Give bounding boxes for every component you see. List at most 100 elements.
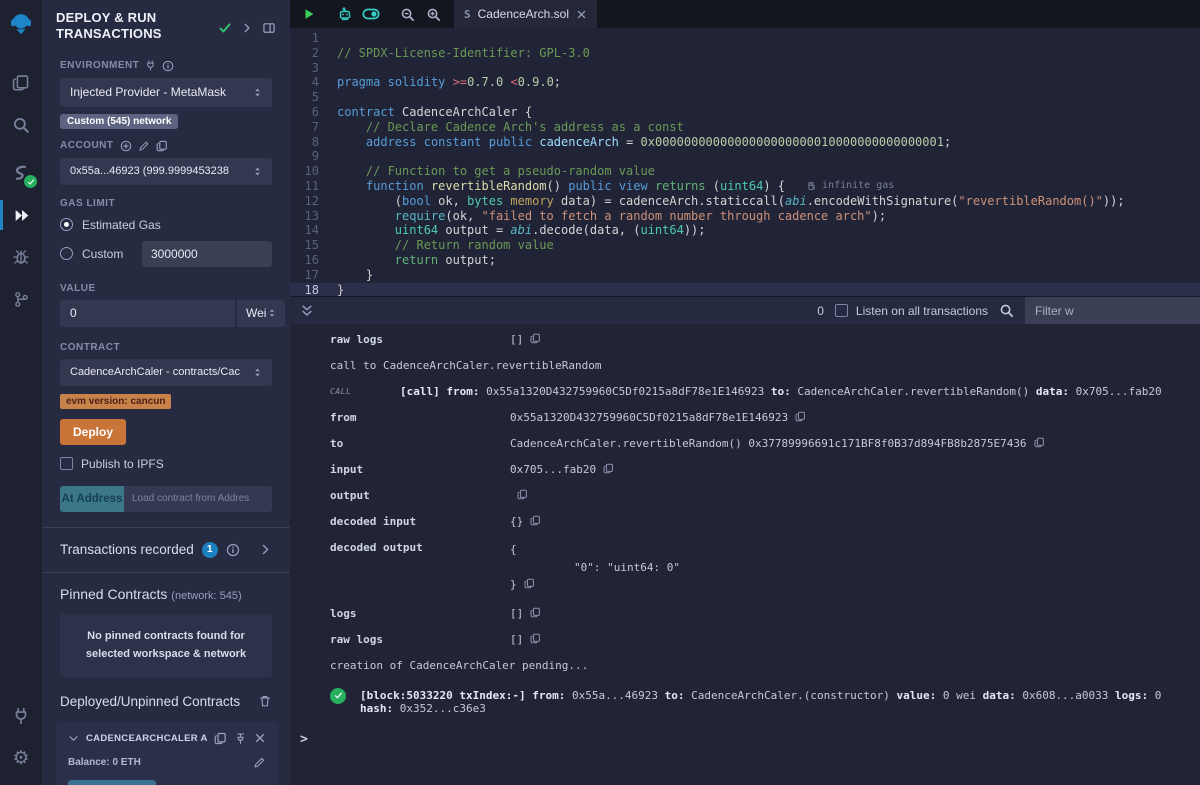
contract-select[interactable]: CadenceArchCaler - contracts/Cac (60, 359, 272, 386)
zoom-in-icon[interactable] (420, 0, 446, 28)
remix-logo[interactable] (0, 0, 42, 48)
solidity-compiler-icon[interactable] (0, 152, 42, 194)
chevron-down-icon[interactable] (68, 733, 79, 744)
code-line-7[interactable]: 7 // Declare Cadence Arch's address as a… (290, 120, 1200, 135)
code-line-11[interactable]: 11 function revertibleRandom() public vi… (290, 179, 1200, 194)
log-key: to: (771, 385, 791, 398)
code-line-5[interactable]: 5 (290, 90, 1200, 105)
success-check-icon (330, 688, 346, 704)
deploy-run-icon[interactable] (0, 194, 42, 236)
close-icon[interactable] (576, 9, 587, 20)
log-label: raw logs (330, 333, 510, 346)
log-value: CadenceArchCaler.(constructor) (685, 689, 897, 702)
code-line-12[interactable]: 12 (bool ok, bytes memory data) = cadenc… (290, 194, 1200, 209)
custom-gas-input[interactable] (142, 241, 272, 267)
settings-gear-icon[interactable]: ⚙ (0, 737, 42, 779)
listen-all-checkbox[interactable] (835, 304, 848, 317)
chevron-right-icon[interactable] (241, 22, 253, 34)
check-icon (218, 21, 232, 35)
pin-icon[interactable] (234, 732, 247, 745)
run-script-icon[interactable] (296, 0, 322, 28)
code-line-13[interactable]: 13 require(ok, "failed to fetch a random… (290, 209, 1200, 224)
block-summary[interactable]: [block:5033220 txIndex:-] from: 0x55a...… (360, 689, 1200, 715)
code-line-3[interactable]: 3 (290, 61, 1200, 76)
plus-circle-icon[interactable] (120, 140, 132, 152)
at-address-button[interactable]: At Address (60, 486, 124, 512)
file-explorer-icon[interactable] (0, 62, 42, 104)
search-icon[interactable] (0, 104, 42, 146)
publish-ipfs-checkbox[interactable] (60, 457, 73, 470)
double-chevron-down-icon[interactable] (300, 304, 314, 318)
code-line-1[interactable]: 1 (290, 31, 1200, 46)
custom-gas-radio[interactable] (60, 247, 73, 260)
log-value: 0x608...a0033 (1016, 689, 1115, 702)
info-icon[interactable] (226, 543, 240, 557)
copy-icon[interactable] (524, 578, 535, 589)
log-value: CadenceArchCaler.revertibleRandom() 0x37… (510, 437, 1027, 450)
copy-icon[interactable] (530, 333, 541, 344)
copy-icon[interactable] (517, 489, 528, 500)
copy-icon[interactable] (795, 411, 806, 422)
plugin-plug-icon[interactable] (0, 695, 42, 737)
environment-select[interactable]: Injected Provider - MetaMask (60, 78, 272, 107)
value-input[interactable] (60, 300, 235, 327)
line-number: 7 (290, 120, 337, 135)
at-address-input[interactable] (124, 486, 272, 512)
terminal-prompt[interactable]: > (300, 732, 308, 747)
git-branch-icon[interactable] (0, 278, 42, 320)
copy-icon[interactable] (530, 515, 541, 526)
estimated-gas-label: Estimated Gas (82, 218, 161, 232)
line-number: 8 (290, 135, 337, 150)
copy-icon[interactable] (214, 732, 227, 745)
toggle-switch-icon[interactable] (358, 0, 384, 28)
code-line-9[interactable]: 9 (290, 149, 1200, 164)
network-badge: Custom (545) network (60, 114, 178, 129)
log-value-line: { (510, 541, 680, 559)
code-line-6[interactable]: 6contract CadenceArchCaler { (290, 105, 1200, 120)
function-button-cadenceArch[interactable]: cadenceArch (68, 780, 156, 785)
split-view-icon[interactable] (262, 21, 276, 35)
copy-icon[interactable] (603, 463, 614, 474)
code-line-14[interactable]: 14 uint64 output = abi.decode(data, (uin… (290, 223, 1200, 238)
deploy-button[interactable]: Deploy (60, 419, 126, 445)
code-line-15[interactable]: 15 // Return random value (290, 238, 1200, 253)
search-icon[interactable] (999, 303, 1014, 318)
debugger-icon[interactable] (0, 236, 42, 278)
value-unit-select[interactable]: Wei (237, 300, 285, 327)
terminal-row-kv: output (330, 489, 1200, 502)
code-line-16[interactable]: 16 return output; (290, 253, 1200, 268)
main-area: S CadenceArch.sol 12// SPDX-License-Iden… (290, 0, 1200, 785)
code-area[interactable]: 12// SPDX-License-Identifier: GPL-3.034p… (290, 28, 1200, 296)
copy-icon[interactable] (530, 633, 541, 644)
ai-assistant-robot-icon[interactable] (332, 0, 358, 28)
tab-cadencearch-sol[interactable]: S CadenceArch.sol (454, 0, 597, 28)
gas-limit-label: GAS LIMIT (60, 198, 272, 209)
close-icon[interactable] (254, 732, 266, 744)
trash-icon[interactable] (258, 694, 272, 708)
terminal-row-block: [block:5033220 txIndex:-] from: 0x55a...… (330, 689, 1200, 715)
copy-icon[interactable] (1034, 437, 1045, 448)
terminal-body[interactable]: raw logs[]call to CadenceArchCaler.rever… (290, 324, 1200, 785)
chevron-right-icon[interactable] (259, 543, 272, 556)
code-line-10[interactable]: 10 // Function to get a pseudo-random va… (290, 164, 1200, 179)
log-key: logs: (1115, 689, 1148, 702)
estimated-gas-radio[interactable] (60, 218, 73, 231)
info-icon[interactable] (162, 60, 174, 72)
code-line-17[interactable]: 17 } (290, 268, 1200, 283)
zoom-out-icon[interactable] (394, 0, 420, 28)
code-text: function revertibleRandom() public view … (337, 179, 785, 194)
copy-icon[interactable] (530, 607, 541, 618)
transactions-recorded-row[interactable]: Transactions recorded 1 (42, 528, 290, 572)
account-select[interactable]: 0x55a...46923 (999.9999453238 (60, 158, 272, 185)
copy-icon[interactable] (156, 140, 168, 152)
edit-icon[interactable] (138, 140, 150, 152)
code-line-4[interactable]: 4pragma solidity >=0.7.0 <0.9.0; (290, 75, 1200, 90)
terminal-filter-input[interactable] (1025, 297, 1200, 324)
code-line-8[interactable]: 8 address constant public cadenceArch = … (290, 135, 1200, 150)
code-line-2[interactable]: 2// SPDX-License-Identifier: GPL-3.0 (290, 46, 1200, 61)
call-summary[interactable]: [call] from: 0x55a1320D432759960C5Df0215… (400, 385, 1162, 398)
terminal-row-kvml: decoded output{"0": "uint64: 0"} (330, 541, 1200, 594)
code-line-18[interactable]: 18} (290, 283, 1200, 296)
log-value: 0x55a1320D432759960C5Df0215a8dF78e1E1469… (480, 385, 771, 398)
edit-icon[interactable] (253, 756, 266, 769)
